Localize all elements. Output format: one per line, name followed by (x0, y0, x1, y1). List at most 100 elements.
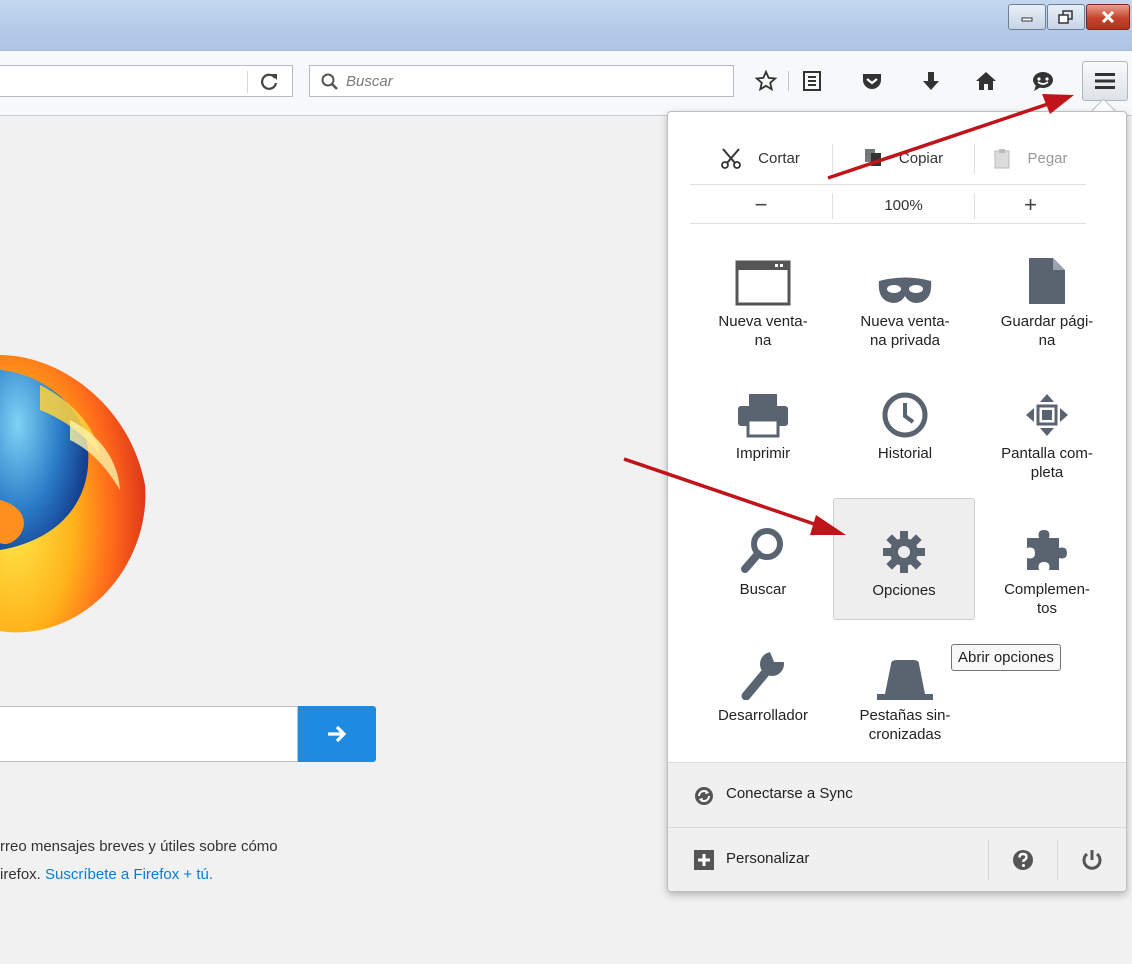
star-icon (755, 70, 777, 92)
quit-button[interactable] (1058, 828, 1126, 892)
window-titlebar (0, 0, 1132, 50)
download-icon (923, 72, 939, 90)
printer-icon (738, 394, 788, 438)
options-tooltip: Abrir opciones (951, 644, 1061, 671)
customize-button[interactable]: Personalizar (668, 828, 988, 892)
save-page-button[interactable]: Guardar pági- na (976, 230, 1118, 352)
find-label: Buscar (739, 581, 787, 598)
firefox-logo (0, 355, 146, 633)
synced-tabs-button[interactable]: Pestañas sin- cronizadas (834, 624, 976, 746)
home-icon (976, 72, 996, 90)
zoom-controls: − 100% + (690, 184, 1086, 225)
private-mask-icon (878, 277, 932, 303)
history-label: Historial (877, 445, 933, 462)
options-button[interactable]: Opciones (833, 498, 975, 620)
customize-footer: Personalizar (668, 827, 1126, 891)
puzzle-icon (1027, 530, 1067, 570)
developer-button[interactable]: Desarrollador (692, 624, 834, 746)
page-search-go-button[interactable] (298, 706, 376, 762)
help-button[interactable] (989, 828, 1057, 892)
history-button[interactable]: Historial (834, 362, 976, 484)
fullscreen-icon (1026, 394, 1068, 436)
page-search-input[interactable] (0, 706, 298, 762)
search-bar[interactable]: Buscar (309, 65, 734, 97)
wrench-icon (741, 652, 784, 700)
window-controls (1007, 4, 1130, 30)
reading-list-icon (803, 71, 821, 91)
clipboard-icon (994, 149, 1010, 169)
open-menu-button[interactable] (1082, 61, 1128, 101)
close-button[interactable] (1086, 4, 1130, 30)
subscribe-link[interactable]: Suscríbete a Firefox + tú. (45, 866, 213, 883)
new-window-label: Nueva venta- na (718, 313, 808, 349)
chat-icon (1033, 72, 1053, 91)
save-page-icon (1029, 258, 1065, 304)
new-window-button[interactable]: Nueva venta- na (692, 230, 834, 352)
url-bar-divider (247, 71, 248, 93)
panel-divider (690, 223, 1086, 224)
url-bar[interactable] (0, 65, 293, 97)
fullscreen-button[interactable]: Pantalla com- pleta (976, 362, 1118, 484)
minimize-icon (1021, 17, 1033, 22)
zoom-reset-button[interactable]: 100% (833, 185, 974, 225)
save-page-label: Guardar pági- na (1000, 313, 1094, 349)
new-private-window-button[interactable]: Nueva venta- na privada (834, 230, 976, 352)
home-button[interactable] (970, 65, 1002, 97)
hello-chat-button[interactable] (1027, 65, 1059, 97)
zoom-in-button[interactable]: + (975, 185, 1086, 225)
firefox-menu-panel: Cortar Copiar Pegar − 100% + Nueva venta… (667, 111, 1127, 892)
print-label: Imprimir (735, 445, 791, 462)
minimize-button[interactable] (1008, 4, 1046, 30)
pocket-icon (863, 74, 881, 89)
sync-label: Conectarse a Sync (726, 785, 853, 802)
hamburger-menu-icon (1095, 73, 1115, 89)
gear-icon (883, 531, 925, 573)
copy-label: Copiar (898, 149, 944, 167)
bookmark-star-button[interactable] (750, 65, 782, 97)
search-icon (321, 73, 338, 90)
addons-label: Complemen- tos (1004, 581, 1090, 617)
promo-text: rreo mensajes breves y útiles sobre cómo… (0, 833, 360, 889)
pocket-button[interactable] (856, 65, 888, 97)
developer-label: Desarrollador (717, 707, 809, 724)
navigation-toolbar: Buscar (0, 50, 1132, 116)
new-window-icon (735, 260, 791, 306)
copy-icon (864, 149, 881, 166)
copy-button[interactable]: Copiar (833, 132, 973, 184)
cut-label: Cortar (758, 149, 800, 167)
restore-icon (1058, 10, 1073, 24)
plus-box-icon (694, 850, 714, 870)
arrow-right-icon (328, 725, 347, 743)
options-label: Opciones (872, 582, 936, 599)
promo-line-2-prefix: irefox. (0, 866, 41, 883)
power-icon (1082, 850, 1102, 870)
sync-icon (695, 787, 713, 805)
cut-button[interactable]: Cortar (690, 132, 830, 184)
help-icon (1013, 850, 1033, 870)
print-button[interactable]: Imprimir (692, 362, 834, 484)
customize-label: Personalizar (726, 850, 810, 867)
promo-line-1: rreo mensajes breves y útiles sobre cómo (0, 838, 278, 855)
fullscreen-label: Pantalla com- pleta (1001, 445, 1093, 481)
synced-tabs-label: Pestañas sin- cronizadas (859, 707, 951, 743)
scissors-icon (721, 148, 742, 169)
addons-button[interactable]: Complemen- tos (976, 498, 1118, 620)
magnifier-icon (741, 528, 783, 573)
new-private-window-label: Nueva venta- na privada (860, 313, 950, 349)
promo-line-2: irefox. Suscríbete a Firefox + tú. (0, 861, 360, 889)
downloads-button[interactable] (915, 65, 947, 97)
reload-icon[interactable] (258, 70, 282, 94)
find-button[interactable]: Buscar (692, 498, 834, 620)
bookmarks-menu-button[interactable] (796, 65, 828, 97)
close-icon (1101, 11, 1115, 23)
sync-footer[interactable]: Conectarse a Sync (668, 762, 1126, 827)
clock-icon (882, 392, 928, 438)
paste-label: Pegar (1027, 149, 1068, 167)
paste-button[interactable]: Pegar (975, 132, 1086, 184)
restore-button[interactable] (1047, 4, 1085, 30)
edit-controls: Cortar Copiar Pegar (690, 132, 1086, 184)
toolbar-divider (788, 71, 789, 91)
search-placeholder: Buscar (346, 73, 393, 90)
synced-tabs-icon (877, 660, 933, 700)
zoom-out-button[interactable]: − (690, 185, 832, 225)
